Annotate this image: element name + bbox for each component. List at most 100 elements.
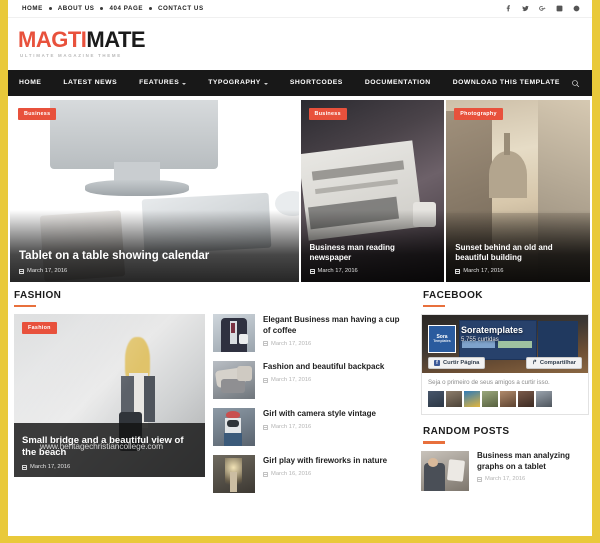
post-title[interactable]: Girl play with fireworks in nature	[263, 456, 387, 467]
featured-caption: Business man reading newspaper March 17,…	[309, 243, 436, 274]
avatar[interactable]	[464, 391, 480, 408]
fashion-feature-card[interactable]: Fashion www.heritagechristiancollege.com…	[14, 314, 205, 478]
nav-item-latest-news[interactable]: LATEST NEWS	[52, 70, 128, 96]
facebook-share-button[interactable]: ↱ Compartilhar	[526, 357, 582, 370]
post-body: Girl with camera style vintage March 17,…	[263, 408, 376, 446]
nav-item-home[interactable]: HOME	[8, 70, 52, 96]
rss-icon[interactable]	[555, 5, 563, 13]
category-badge[interactable]: Photography	[454, 108, 503, 120]
post-thumbnail	[213, 408, 255, 447]
category-badge[interactable]: Fashion	[22, 322, 57, 335]
nav-item-shortcodes[interactable]: SHORTCODES	[279, 70, 354, 96]
top-nav-contact-us[interactable]: CONTACT US	[152, 5, 210, 12]
post-date-text: March 17, 2016	[271, 424, 312, 431]
post-body: Business man analyzing graphs on a table…	[477, 451, 590, 491]
section-underline	[423, 441, 445, 444]
facebook-friends-block: Seja o primeiro de seus amigos a curtir …	[422, 373, 588, 414]
logo-text-part1: MAGTI	[18, 27, 87, 53]
featured-caption: Sunset behind an old and beautiful build…	[455, 243, 581, 274]
fashion-feature-date: March 17, 2016	[22, 464, 197, 470]
logo-text: MAGTIMATE	[18, 27, 146, 53]
post-title[interactable]: Elegant Business man having a cup of cof…	[263, 315, 409, 337]
nav-item-typography[interactable]: TYPOGRAPHY	[197, 70, 279, 96]
featured-date: March 17, 2016	[309, 268, 436, 274]
top-nav: HOME ABOUT US 404 PAGE CONTACT US	[16, 5, 210, 12]
post-date-text: March 16, 2016	[271, 471, 312, 478]
featured-title[interactable]: Business man reading newspaper	[310, 243, 436, 263]
calendar-icon	[263, 471, 268, 477]
top-nav-home[interactable]: HOME	[16, 5, 49, 12]
calendar-icon	[263, 424, 268, 430]
facebook-icon[interactable]	[504, 5, 512, 13]
pinterest-icon[interactable]	[572, 5, 580, 13]
list-item[interactable]: Fashion and beautiful backpack March 17,…	[213, 361, 409, 400]
post-title[interactable]: Business man analyzing graphs on a table…	[477, 451, 590, 473]
nav-label: SHORTCODES	[289, 79, 343, 86]
post-title[interactable]: Girl with camera style vintage	[263, 409, 376, 420]
calendar-icon	[455, 268, 461, 274]
fashion-feature-title[interactable]: Small bridge and a beautiful view of the…	[22, 435, 197, 460]
calendar-icon	[477, 476, 482, 482]
page-frame: HOME ABOUT US 404 PAGE CONTACT US MAGTIM…	[8, 0, 592, 536]
avatar[interactable]	[518, 391, 534, 408]
post-body: Girl play with fireworks in nature March…	[263, 455, 387, 493]
post-title[interactable]: Fashion and beautiful backpack	[263, 362, 384, 373]
nav-item-features[interactable]: FEATURES	[128, 70, 197, 96]
facebook-page-name[interactable]: Soratemplates	[461, 325, 523, 335]
list-item[interactable]: Girl with camera style vintage March 17,…	[213, 408, 409, 447]
logo-text-part2: MATE	[86, 27, 146, 53]
site-logo[interactable]: MAGTIMATE ULTIMATE MAGAZINE THEME	[18, 27, 146, 58]
avatar[interactable]	[500, 391, 516, 408]
top-nav-about-us[interactable]: ABOUT US	[52, 5, 101, 12]
facebook-friend-avatars	[428, 391, 582, 408]
list-item[interactable]: Business man analyzing graphs on a table…	[419, 450, 590, 491]
category-badge[interactable]: Business	[18, 108, 57, 120]
main-nav: HOME LATEST NEWS FEATURES TYPOGRAPHY SHO…	[8, 70, 592, 96]
googleplus-icon[interactable]	[538, 5, 546, 13]
search-icon[interactable]	[564, 70, 586, 96]
logo-bar: MAGTIMATE ULTIMATE MAGAZINE THEME	[8, 18, 592, 70]
main-column: FASHION Fashion www.heritagechristiancol…	[10, 290, 409, 502]
facebook-like-count: 5.755 curtidas	[461, 337, 499, 344]
chevron-down-icon	[263, 82, 268, 85]
post-thumbnail	[421, 450, 469, 491]
featured-title[interactable]: Sunset behind an old and beautiful build…	[455, 243, 581, 263]
category-badge[interactable]: Business	[308, 108, 347, 120]
avatar[interactable]	[482, 391, 498, 408]
nav-item-documentation[interactable]: DOCUMENTATION	[354, 70, 442, 96]
featured-date-text: March 17, 2016	[317, 268, 358, 274]
featured-caption: Tablet on a table showing calendar March…	[19, 249, 290, 274]
post-date: March 17, 2016	[477, 476, 590, 482]
facebook-note: Seja o primeiro de seus amigos a curtir …	[428, 379, 550, 387]
avatar[interactable]	[428, 391, 444, 408]
calendar-icon	[309, 268, 315, 274]
list-item[interactable]: Elegant Business man having a cup of cof…	[213, 314, 409, 353]
avatar[interactable]	[446, 391, 462, 408]
facebook-widget: Sora Templates Soratemplates 5.755 curti…	[421, 314, 589, 416]
list-item[interactable]: Girl play with fireworks in nature March…	[213, 455, 409, 494]
featured-card-secondary[interactable]: Business Business man reading newspaper …	[300, 100, 445, 282]
facebook-actions: f Curtir Página ↱ Compartilhar	[422, 357, 588, 370]
post-date: March 17, 2016	[263, 341, 409, 347]
facebook-page-info: Sora Templates Soratemplates 5.755 curti…	[428, 325, 523, 354]
facebook-share-label: Compartilhar	[539, 360, 576, 367]
post-body: Fashion and beautiful backpack March 17,…	[263, 361, 384, 399]
featured-card-tertiary[interactable]: Photography Sunset behind an old and bea…	[446, 100, 590, 282]
twitter-icon[interactable]	[521, 5, 529, 13]
avatar[interactable]	[536, 391, 552, 408]
nav-label: FEATURES	[139, 79, 180, 86]
calendar-icon	[263, 341, 268, 347]
top-nav-404-page[interactable]: 404 PAGE	[103, 5, 149, 12]
post-thumbnail	[213, 314, 255, 353]
featured-card-primary[interactable]: Business Tablet on a table showing calen…	[10, 100, 299, 282]
facebook-like-button[interactable]: f Curtir Página	[428, 357, 486, 370]
featured-title[interactable]: Tablet on a table showing calendar	[19, 249, 290, 263]
facebook-like-label: Curtir Página	[443, 360, 480, 367]
calendar-icon	[19, 268, 24, 274]
facebook-page-meta: Soratemplates 5.755 curtidas	[461, 325, 523, 343]
fashion-post-list: Elegant Business man having a cup of cof…	[213, 314, 409, 502]
fashion-row: Fashion www.heritagechristiancollege.com…	[10, 314, 409, 502]
section-title-facebook: FACEBOOK	[423, 290, 483, 301]
nav-label: DOCUMENTATION	[364, 79, 431, 86]
nav-item-download-this-template[interactable]: DOWNLOAD THIS TEMPLATE	[442, 70, 571, 96]
